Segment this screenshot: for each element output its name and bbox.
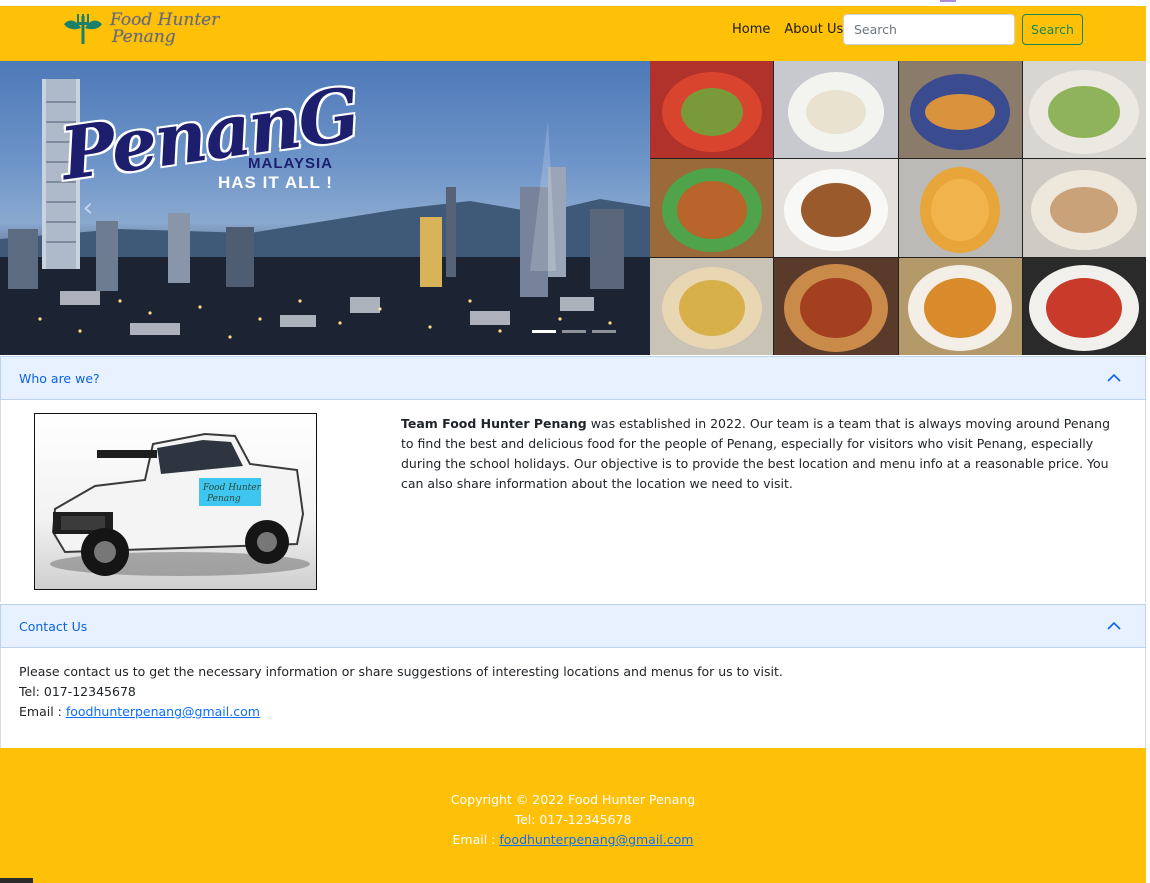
chevron-up-icon: [1107, 373, 1121, 382]
food-photo-1: [650, 61, 774, 159]
accordion-who-are-we[interactable]: Who are we?: [0, 356, 1146, 400]
brand-line2: Penang: [112, 27, 176, 47]
footer-email-line: Email : foodhunterpenang@gmail.com: [0, 830, 1146, 850]
tab-mark: [940, 0, 956, 2]
footer: Copyright © 2022 Food Hunter Penang Tel:…: [0, 748, 1146, 883]
hero-carousel: PenanG MALAYSIA HAS IT ALL ! ‹: [0, 61, 1146, 355]
carousel-indicator-1[interactable]: [532, 330, 556, 333]
contact-email-line: Email : foodhunterpenang@gmail.com: [19, 702, 783, 722]
svg-text:Food Hunter: Food Hunter: [202, 483, 262, 493]
penang-city-slide: PenanG MALAYSIA HAS IT ALL ! ‹: [0, 61, 650, 355]
has-it-all-tagline: HAS IT ALL !: [218, 173, 333, 192]
search-button[interactable]: Search: [1022, 14, 1083, 45]
about-paragraph: Team Food Hunter Penang was established …: [401, 414, 1117, 494]
contact-email-link[interactable]: foodhunterpenang@gmail.com: [66, 704, 260, 719]
food-photo-3: [898, 61, 1022, 159]
carousel-prev-icon[interactable]: ‹: [78, 193, 98, 223]
accordion-title-contact-us: Contact Us: [19, 619, 88, 634]
food-photo-5: [650, 159, 774, 257]
navbar: Food Hunter Penang Home About Us Search: [0, 6, 1146, 61]
contact-intro: Please contact us to get the necessary i…: [19, 664, 783, 679]
contact-tel: Tel: 017-12345678: [19, 684, 136, 699]
footer-copyright: Copyright © 2022 Food Hunter Penang: [450, 792, 696, 807]
chevron-up-icon: [1107, 621, 1121, 630]
food-photo-9: [650, 257, 774, 355]
malaysia-word: MALAYSIA: [248, 155, 333, 172]
food-photo-12: [1022, 257, 1146, 355]
footer-tel: Tel: 017-12345678: [514, 812, 632, 827]
contact-email-label: Email :: [19, 704, 66, 719]
food-photo-2: [774, 61, 898, 159]
food-photo-8: [1022, 159, 1146, 257]
accordion-title-who-are-we: Who are we?: [19, 371, 100, 386]
carousel-indicator-3[interactable]: [592, 330, 616, 333]
carousel-indicator-2[interactable]: [562, 330, 586, 333]
corner-mark: [0, 878, 33, 883]
food-photo-4: [1022, 61, 1146, 159]
food-photo-7: [898, 159, 1022, 257]
about-section: Food Hunter Penang Team Food Hunter Pena…: [0, 400, 1146, 602]
nav-links: Home About Us: [732, 22, 843, 37]
food-collage: [650, 61, 1146, 355]
footer-email-label: Email :: [452, 832, 500, 847]
food-photo-6: [774, 159, 898, 257]
footer-email-link[interactable]: foodhunterpenang@gmail.com: [499, 832, 693, 847]
footer-text: Copyright © 2022 Food Hunter Penang Tel:…: [0, 790, 1146, 850]
svg-text:Penang: Penang: [206, 494, 241, 504]
contact-text: Please contact us to get the necessary i…: [19, 662, 783, 722]
brand-logo[interactable]: Food Hunter Penang: [62, 10, 232, 52]
food-photo-11: [898, 257, 1022, 355]
fork-leaf-icon: [64, 14, 102, 44]
food-photo-10: [774, 257, 898, 355]
nav-home-link[interactable]: Home: [732, 22, 770, 37]
accordion-contact-us[interactable]: Contact Us: [0, 604, 1146, 648]
pickup-truck-icon: Food Hunter Penang: [50, 432, 310, 576]
brand-text: Food Hunter Penang: [110, 12, 219, 46]
window-edge: [1146, 0, 1150, 883]
search-input[interactable]: [843, 14, 1015, 45]
carousel-indicators: [532, 330, 616, 333]
team-name: Team Food Hunter Penang: [401, 416, 587, 431]
food-truck-image: Food Hunter Penang: [34, 413, 317, 590]
contact-section: Please contact us to get the necessary i…: [0, 648, 1146, 748]
nav-about-link[interactable]: About Us: [784, 22, 843, 37]
